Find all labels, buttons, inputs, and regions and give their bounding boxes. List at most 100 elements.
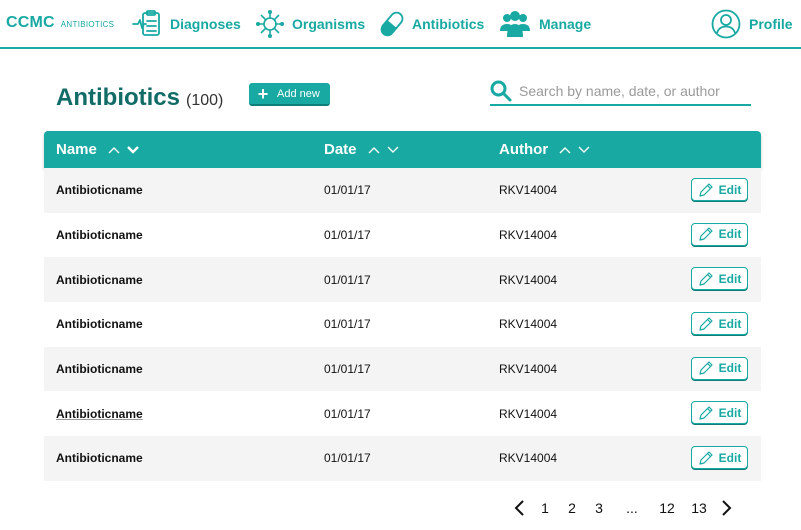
chevron-down-icon[interactable] — [126, 145, 140, 155]
page-title: Antibiotics (100) — [56, 84, 223, 112]
nav-organisms[interactable]: Organisms — [256, 8, 365, 40]
nav-antibiotics[interactable]: Antibiotics — [380, 8, 484, 40]
plus-icon: + — [257, 83, 269, 104]
brand-name: CCMC — [6, 14, 55, 31]
item-count: (100) — [186, 92, 224, 109]
cell-name[interactable]: Antibioticname — [56, 213, 143, 258]
chevron-up-icon[interactable] — [558, 145, 572, 155]
cell-date: 01/01/17 — [324, 406, 371, 421]
edit-button[interactable]: Edit — [691, 178, 748, 201]
table-row: Antibioticname 01/01/17 RKV14004 Edit — [44, 302, 761, 347]
cell-author: RKV14004 — [499, 228, 558, 243]
add-new-button[interactable]: + Add new — [249, 83, 330, 106]
cell-date: 01/01/17 — [324, 362, 371, 377]
cell-name[interactable]: Antibioticname — [56, 391, 143, 436]
column-header-name[interactable]: Name — [56, 131, 140, 168]
users-icon — [499, 9, 531, 39]
table-row: Antibioticname 01/01/17 RKV14004 Edit — [44, 257, 761, 303]
nav-diagnoses-label: Diagnoses — [170, 16, 241, 32]
pencil-icon — [699, 182, 713, 197]
cell-name[interactable]: Antibioticname — [56, 168, 143, 213]
page-link[interactable]: 2 — [564, 496, 580, 520]
cell-author: RKV14004 — [499, 406, 558, 421]
edit-label: Edit — [718, 227, 742, 242]
page-ellipsis: ... — [626, 500, 638, 516]
column-date-label: Date — [324, 141, 357, 158]
sort-controls-name — [107, 145, 140, 155]
cell-name[interactable]: Antibioticname — [56, 436, 143, 481]
pencil-icon — [699, 361, 713, 375]
brand-subtitle: ANTIBIOTICS — [60, 20, 115, 29]
nav-profile-label: Profile — [749, 16, 793, 32]
nav-antibiotics-label: Antibiotics — [412, 16, 485, 32]
cell-date: 01/01/17 — [324, 228, 371, 243]
cell-author: RKV14004 — [499, 317, 558, 332]
page-link[interactable]: 12 — [656, 496, 678, 520]
cell-date: 01/01/17 — [324, 451, 371, 466]
nav-profile[interactable]: Profile — [711, 8, 793, 40]
sort-controls-author — [558, 145, 591, 155]
cell-date: 01/01/17 — [324, 272, 371, 287]
edit-label: Edit — [718, 271, 742, 286]
edit-button[interactable]: Edit — [691, 356, 748, 380]
virus-icon — [256, 10, 284, 38]
chevron-up-icon[interactable] — [107, 145, 121, 155]
chevron-left-icon[interactable] — [510, 496, 528, 520]
cell-name[interactable]: Antibioticname — [56, 257, 143, 302]
pagination: 1 2 3 ... 12 13 — [510, 496, 750, 520]
chevron-down-icon[interactable] — [577, 145, 591, 155]
table-body: Antibioticname 01/01/17 RKV14004 Edit An… — [44, 168, 761, 481]
search-input[interactable] — [519, 80, 747, 102]
pill-icon — [380, 9, 404, 39]
table-row: Antibioticname 01/01/17 RKV14004 Edit — [44, 346, 761, 392]
edit-button[interactable]: Edit — [691, 446, 748, 470]
column-name-label: Name — [56, 141, 97, 158]
page-title-text: Antibiotics — [56, 84, 180, 111]
clipboard-pulse-icon — [132, 9, 162, 39]
table-row: Antibioticname 01/01/17 RKV14004 Edit — [44, 391, 761, 436]
edit-button[interactable]: Edit — [691, 312, 748, 336]
add-new-label: Add new — [277, 87, 320, 100]
table-row: Antibioticname 01/01/17 RKV14004 Edit — [44, 213, 761, 258]
column-header-author[interactable]: Author — [499, 131, 591, 168]
top-nav: CCMC ANTIBIOTICS Diagnoses Organisms Ant… — [0, 0, 801, 49]
nav-manage[interactable]: Manage — [499, 8, 591, 40]
edit-button[interactable]: Edit — [691, 222, 748, 246]
edit-label: Edit — [718, 316, 742, 331]
pencil-icon — [699, 451, 713, 465]
user-circle-icon — [711, 9, 741, 39]
pencil-icon — [699, 316, 713, 331]
cell-name[interactable]: Antibioticname — [56, 347, 143, 392]
page-link[interactable]: 1 — [537, 496, 553, 520]
chevron-right-icon[interactable] — [718, 496, 736, 520]
column-header-date[interactable]: Date — [324, 131, 400, 168]
sort-controls-date — [367, 145, 400, 155]
cell-author: RKV14004 — [499, 183, 558, 198]
cell-author: RKV14004 — [499, 272, 558, 287]
column-author-label: Author — [499, 141, 549, 158]
pencil-icon — [699, 272, 713, 286]
cell-date: 01/01/17 — [324, 183, 371, 198]
edit-label: Edit — [718, 405, 742, 420]
pencil-icon — [699, 406, 713, 420]
brand-logo[interactable]: CCMC ANTIBIOTICS — [6, 14, 114, 32]
cell-name[interactable]: Antibioticname — [56, 302, 143, 347]
nav-organisms-label: Organisms — [292, 16, 366, 32]
pencil-icon — [699, 227, 713, 241]
chevron-up-icon[interactable] — [367, 145, 381, 155]
table-header: Name Date Author — [44, 131, 761, 168]
edit-label: Edit — [718, 361, 742, 376]
edit-button[interactable]: Edit — [691, 401, 748, 425]
cell-author: RKV14004 — [499, 362, 558, 377]
cell-author: RKV14004 — [499, 451, 558, 466]
edit-button[interactable]: Edit — [691, 267, 748, 291]
nav-diagnoses[interactable]: Diagnoses — [132, 8, 241, 40]
chevron-down-icon[interactable] — [386, 145, 400, 155]
nav-manage-label: Manage — [539, 16, 592, 32]
edit-label: Edit — [718, 182, 742, 197]
search-box — [490, 78, 751, 106]
page-link[interactable]: 3 — [591, 496, 607, 520]
edit-label: Edit — [718, 450, 742, 465]
table-row: Antibioticname 01/01/17 RKV14004 Edit — [44, 168, 761, 213]
page-link[interactable]: 13 — [688, 496, 710, 520]
